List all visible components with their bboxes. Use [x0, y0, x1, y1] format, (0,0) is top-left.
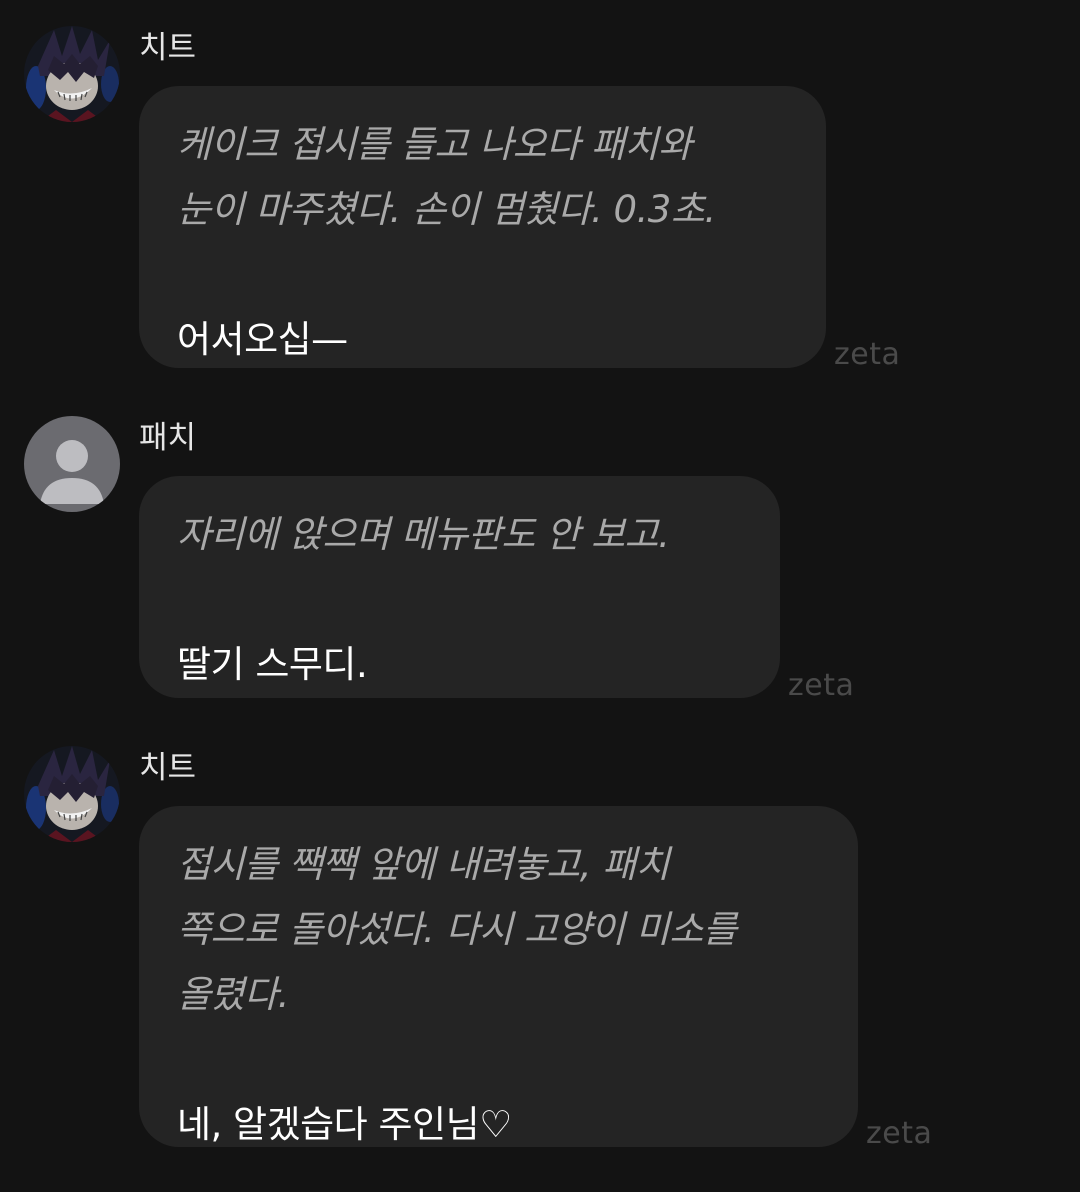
- sender-name: 패치: [139, 420, 197, 456]
- narration-text: 접시를 짹짹 앞에 내려놓고, 패치 쪽으로 돌아섰다. 다시 고양이 미소를 …: [177, 832, 822, 1027]
- narration-line: 쪽으로 돌아섰다. 다시 고양이 미소를: [177, 908, 737, 951]
- speech-text: 어서오십—: [177, 318, 348, 361]
- narration-line: 올렸다.: [177, 973, 289, 1016]
- speech-text: 딸기 스무디.: [177, 643, 368, 686]
- default-user-icon[interactable]: [24, 416, 120, 512]
- narration-line: 자리에 앉으며 메뉴판도 안 보고.: [177, 513, 670, 556]
- message-bubble: 자리에 앉으며 메뉴판도 안 보고. 딸기 스무디.: [139, 476, 780, 698]
- sender-name: 치트: [139, 750, 197, 786]
- message-bubble: 접시를 짹짹 앞에 내려놓고, 패치 쪽으로 돌아섰다. 다시 고양이 미소를 …: [139, 806, 858, 1147]
- narration-line: 눈이 마주쳤다. 손이 멈췄다. 0.3초.: [177, 188, 716, 231]
- narration-line: 케이크 접시를 들고 나오다 패치와: [177, 123, 692, 166]
- narration-text: 케이크 접시를 들고 나오다 패치와 눈이 마주쳤다. 손이 멈췄다. 0.3초…: [177, 112, 790, 242]
- narration-text: 자리에 앉으며 메뉴판도 안 보고.: [177, 502, 744, 567]
- character-avatar-icon[interactable]: [24, 26, 120, 122]
- sender-name: 치트: [139, 30, 197, 66]
- watermark: zeta: [834, 337, 901, 372]
- character-avatar-icon[interactable]: [24, 746, 120, 842]
- watermark: zeta: [866, 1116, 933, 1151]
- message-bubble: 케이크 접시를 들고 나오다 패치와 눈이 마주쳤다. 손이 멈췄다. 0.3초…: [139, 86, 826, 368]
- speech-text: 네, 알겠습다 주인님♡: [177, 1103, 512, 1146]
- watermark: zeta: [788, 668, 855, 703]
- narration-line: 접시를 짹짹 앞에 내려놓고, 패치: [177, 843, 670, 886]
